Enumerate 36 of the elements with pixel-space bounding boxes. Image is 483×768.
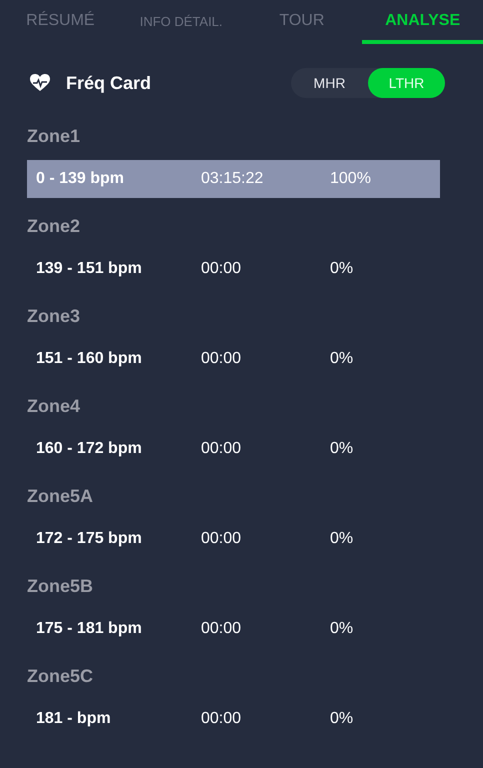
zone-range: 175 - 181 bpm [36, 620, 143, 638]
zone-range: 151 - 160 bpm [36, 350, 143, 368]
zone-label: Zone4 [27, 395, 82, 418]
zone-percent: 0% [330, 710, 354, 728]
zone-range: 160 - 172 bpm [36, 440, 143, 458]
tab[interactable]: RÉSUMÉ [0, 0, 121, 44]
zone-percent: 0% [330, 260, 354, 278]
zone-time: 00:00 [201, 620, 242, 638]
zone-range: 181 - bpm [36, 710, 112, 728]
zone-time: 00:00 [201, 350, 242, 368]
toggle-option[interactable]: MHR [291, 68, 368, 98]
zone-label: Zone3 [27, 305, 82, 328]
tab[interactable]: ANALYSE [362, 0, 483, 44]
zone-percent: 100% [330, 170, 371, 188]
tab[interactable]: TOUR [242, 0, 362, 44]
zone-label: Zone1 [27, 125, 82, 148]
section-title: Fréq Card [66, 72, 152, 94]
zone-percent: 0% [330, 530, 354, 548]
zone-time: 00:00 [201, 530, 242, 548]
zone-label: Zone5A [27, 485, 94, 508]
zone-percent: 0% [330, 350, 354, 368]
zone-range: 172 - 175 bpm [36, 530, 143, 548]
tab[interactable]: INFO DÉTAIL. [120, 0, 242, 44]
zone-range: 139 - 151 bpm [36, 260, 143, 278]
heart-pulse-icon [30, 74, 50, 92]
zone-percent: 0% [330, 620, 354, 638]
toggle-option[interactable]: LTHR [368, 68, 445, 98]
zone-percent: 0% [330, 440, 354, 458]
zone-time: 00:00 [201, 260, 242, 278]
zone-label: Zone5C [27, 665, 94, 688]
zone-label: Zone5B [27, 575, 94, 598]
zone-time: 00:00 [201, 440, 242, 458]
zone-time: 03:15:22 [201, 170, 264, 188]
zone-label: Zone2 [27, 215, 82, 238]
zone-time: 00:00 [201, 710, 242, 728]
zone-range: 0 - 139 bpm [36, 170, 126, 188]
